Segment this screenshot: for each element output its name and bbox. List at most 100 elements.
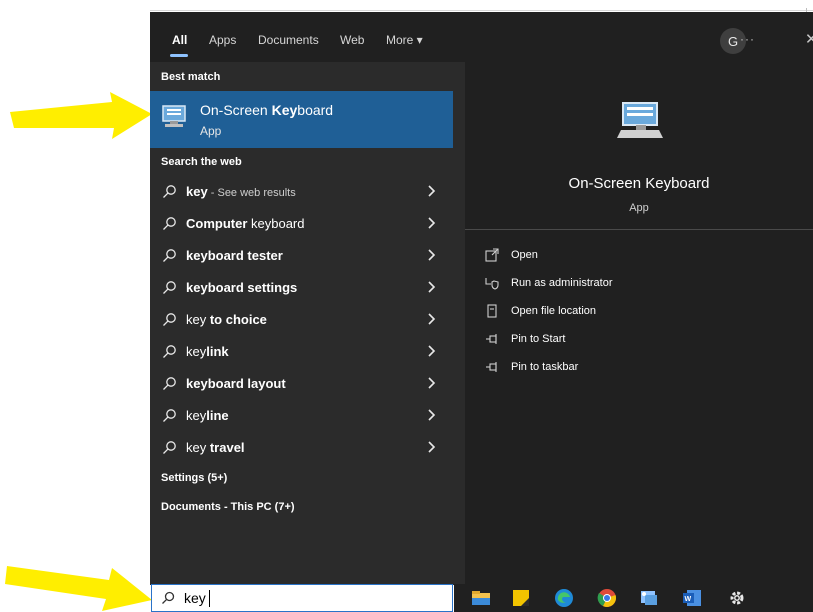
- close-icon[interactable]: ✕: [805, 30, 813, 48]
- preview-action[interactable]: Pin to Start: [485, 331, 785, 351]
- web-result-prefix: key: [186, 440, 210, 455]
- open-icon: [485, 248, 499, 262]
- web-result-item[interactable]: keyboard tester: [150, 240, 453, 272]
- web-result-item[interactable]: keyboard layout: [150, 368, 453, 400]
- web-result-item[interactable]: keyline: [150, 400, 453, 432]
- web-result-item[interactable]: keyboard settings: [150, 272, 453, 304]
- chevron-right-icon[interactable]: [427, 184, 436, 197]
- tab-more[interactable]: More ▾: [386, 33, 423, 47]
- more-options-icon[interactable]: ···: [740, 32, 755, 46]
- word-icon[interactable]: W: [682, 588, 702, 608]
- chevron-right-icon[interactable]: [427, 248, 436, 261]
- svg-text:W: W: [685, 596, 692, 603]
- search-icon: [162, 280, 177, 295]
- preview-action-label: Run as administrator: [511, 277, 613, 289]
- chevron-right-icon[interactable]: [427, 312, 436, 325]
- web-result-prefix: key: [186, 312, 210, 327]
- sticky-notes-icon[interactable]: [511, 588, 531, 608]
- search-icon: [162, 216, 177, 231]
- search-box[interactable]: key: [151, 584, 453, 612]
- start-search-menu: All Apps Documents Web More ▾ G ··· ✕ Be…: [150, 12, 813, 585]
- web-result-bold: key: [186, 184, 208, 199]
- preview-action-label: Open file location: [511, 305, 596, 317]
- web-result-label: keyboard tester: [186, 248, 283, 263]
- web-result-prefix: key: [186, 408, 207, 423]
- taskbar: W: [454, 584, 813, 612]
- web-result-label: keyboard settings: [186, 280, 297, 295]
- chevron-right-icon[interactable]: [427, 408, 436, 421]
- best-match-title-prefix: On-Screen: [200, 102, 272, 118]
- tab-documents[interactable]: Documents: [258, 33, 319, 47]
- web-result-label: key travel: [186, 440, 245, 455]
- best-match-item[interactable]: On-Screen Keyboard App: [150, 91, 453, 148]
- preview-app-title: On-Screen Keyboard: [568, 175, 710, 192]
- results-list: Best match On-Screen Keyboard App Search…: [150, 62, 453, 585]
- section-settings[interactable]: Settings (5+): [161, 472, 227, 484]
- settings-gear-icon[interactable]: [727, 588, 747, 608]
- web-result-label: key to choice: [186, 312, 267, 327]
- web-result-label: keyboard layout: [186, 376, 286, 391]
- web-result-bold: travel: [209, 440, 245, 455]
- chevron-right-icon[interactable]: [427, 440, 436, 453]
- search-icon: [162, 376, 177, 391]
- web-result-item[interactable]: keylink: [150, 336, 453, 368]
- search-icon: [162, 408, 177, 423]
- preview-app-subtitle: App: [629, 202, 649, 214]
- annotation-arrow-search-box: [5, 566, 152, 611]
- preview-action[interactable]: Pin to taskbar: [485, 359, 785, 379]
- chevron-right-icon[interactable]: [427, 216, 436, 229]
- preview-action[interactable]: Run as administrator: [485, 275, 785, 295]
- snipping-tool-icon[interactable]: [639, 588, 659, 608]
- tab-apps[interactable]: Apps: [209, 33, 236, 47]
- web-result-bold: line: [206, 408, 229, 423]
- preview-action-label: Pin to Start: [511, 333, 566, 345]
- web-result-item[interactable]: key travel: [150, 432, 453, 464]
- web-result-hint: - See web results: [207, 187, 296, 199]
- chevron-right-icon[interactable]: [427, 280, 436, 293]
- edge-icon[interactable]: [554, 588, 574, 608]
- annotation-arrow-best-match: [10, 92, 152, 139]
- web-result-item[interactable]: Computer keyboard: [150, 208, 453, 240]
- best-match-subtitle: App: [200, 124, 222, 138]
- web-result-label: key - See web results: [186, 184, 296, 199]
- web-result-item[interactable]: key to choice: [150, 304, 453, 336]
- search-icon: [162, 440, 177, 455]
- shield-run-icon: [485, 276, 499, 290]
- web-result-prefix: key: [186, 344, 207, 359]
- search-filter-tabs: All Apps Documents Web More ▾ G ··· ✕: [150, 12, 813, 62]
- search-icon: [162, 344, 177, 359]
- active-tab-indicator: [170, 54, 188, 57]
- search-icon: [162, 248, 177, 263]
- web-result-bold: Computer: [186, 216, 248, 231]
- pin-icon: [485, 360, 499, 374]
- search-icon: [162, 184, 177, 199]
- folder-location-icon: [485, 304, 499, 318]
- web-result-bold: keyboard layout: [186, 376, 286, 391]
- chevron-right-icon[interactable]: [427, 344, 436, 357]
- web-result-label: Computer keyboard: [186, 216, 304, 231]
- web-result-suffix: keyboard: [247, 216, 305, 231]
- preview-action[interactable]: Open file location: [485, 303, 785, 323]
- section-documents[interactable]: Documents - This PC (7+): [161, 501, 295, 513]
- web-result-bold: link: [206, 344, 229, 359]
- web-result-bold: to choice: [209, 312, 267, 327]
- preview-action-label: Open: [511, 249, 538, 261]
- search-icon: [162, 312, 177, 327]
- web-result-item[interactable]: key - See web results: [150, 176, 453, 208]
- search-input[interactable]: key: [184, 590, 206, 606]
- pin-icon: [485, 332, 499, 346]
- chrome-icon[interactable]: [597, 588, 617, 608]
- tab-all[interactable]: All: [172, 33, 187, 47]
- preview-action-label: Pin to taskbar: [511, 361, 579, 373]
- preview-action[interactable]: Open: [485, 247, 785, 267]
- best-match-title: On-Screen Keyboard: [200, 102, 333, 118]
- web-result-bold: keyboard tester: [186, 248, 283, 263]
- file-explorer-icon[interactable]: [471, 588, 491, 608]
- preview-divider: [465, 229, 813, 230]
- search-icon: [162, 591, 175, 604]
- web-result-bold: keyboard settings: [186, 280, 298, 295]
- section-best-match: Best match: [161, 71, 221, 83]
- tab-web[interactable]: Web: [340, 33, 364, 47]
- best-match-title-suffix: board: [297, 102, 334, 118]
- chevron-right-icon[interactable]: [427, 376, 436, 389]
